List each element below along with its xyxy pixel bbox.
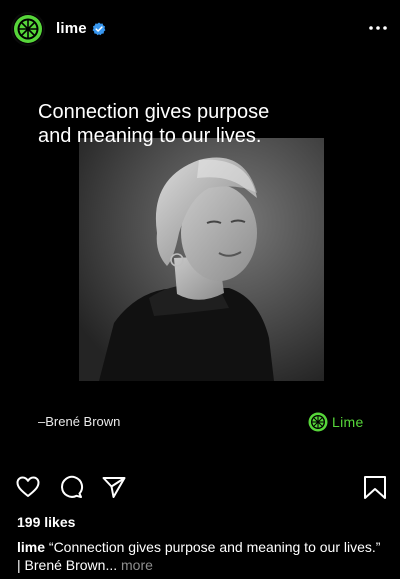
verified-badge-icon [92, 22, 106, 36]
share-icon[interactable] [101, 474, 127, 500]
comment-icon[interactable] [58, 474, 84, 500]
lime-fruit-icon [14, 15, 42, 43]
likes-count[interactable]: 199 likes [17, 514, 75, 530]
quote-author: –Brené Brown [38, 414, 121, 429]
avatar[interactable] [11, 12, 45, 46]
caption-text: “Connection gives purpose and meaning to… [17, 539, 381, 573]
bookmark-icon[interactable] [362, 474, 388, 500]
more-options-icon[interactable] [368, 20, 388, 36]
lime-brand-logo: Lime [308, 412, 364, 432]
caption-username[interactable]: lime [17, 539, 45, 555]
post-header: lime [0, 0, 400, 59]
action-bar [0, 470, 400, 504]
post-media[interactable]: Connection gives purpose and meaning to … [0, 58, 400, 458]
portrait-photo [79, 138, 324, 381]
portrait-illustration [79, 138, 324, 381]
post-caption: lime “Connection gives purpose and meani… [17, 538, 387, 574]
quote-text: Connection gives purpose and meaning to … [38, 101, 270, 147]
lime-brand-text: Lime [332, 414, 364, 430]
heart-icon[interactable] [15, 474, 41, 500]
username[interactable]: lime [56, 20, 87, 37]
lime-fruit-icon [308, 412, 328, 432]
caption-more-link[interactable]: more [121, 557, 153, 573]
